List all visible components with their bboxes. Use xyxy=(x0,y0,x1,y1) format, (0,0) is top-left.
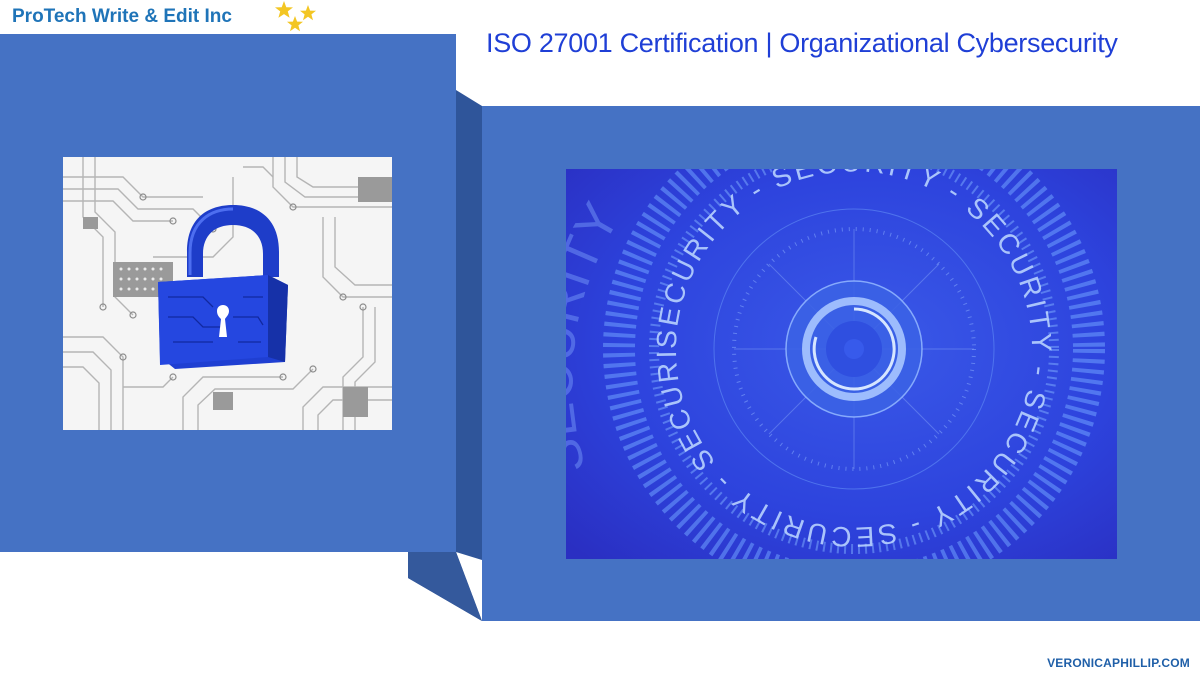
page-title: ISO 27001 Certification | Organizational… xyxy=(486,28,1118,58)
security-dial-image: SECURITY - SECURITY - SECURITY - SECURIT… xyxy=(566,169,1117,559)
brand-logo-text: ProTech Write & Edit Inc xyxy=(12,6,232,27)
stars-icon xyxy=(275,1,316,32)
padlock-circuit-image xyxy=(63,157,392,430)
circuit-board-graphic xyxy=(63,157,392,430)
footer-website[interactable]: VERONICAPHILLIP.COM xyxy=(1047,656,1190,670)
security-dial-graphic: SECURITY - SECURITY - SECURITY - SECURIT… xyxy=(566,169,1117,559)
